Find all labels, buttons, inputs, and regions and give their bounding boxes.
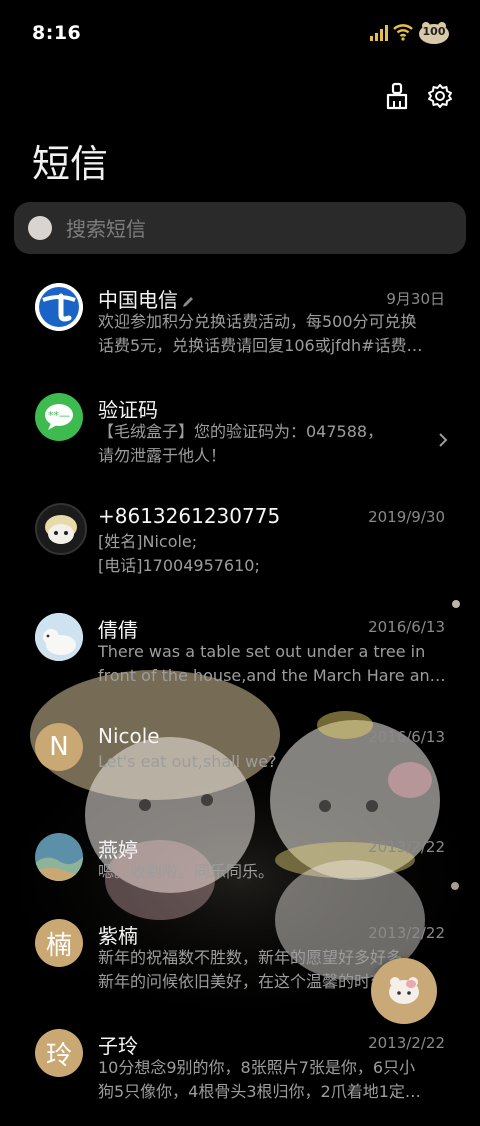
battery-level: 100	[422, 25, 446, 38]
clean-up-button[interactable]	[381, 80, 413, 112]
message-preview: Let's eat out,shall we?	[98, 752, 277, 771]
plush-toy-avatar	[35, 503, 87, 555]
message-date: 2013/2/22	[368, 838, 445, 856]
china-telecom-logo-icon	[35, 283, 83, 331]
message-preview: There was a table set out under a tree i…	[98, 642, 446, 685]
avatar-letter: N	[35, 723, 83, 771]
settings-button[interactable]	[424, 80, 456, 112]
sender-name: 子玲	[98, 1034, 138, 1058]
signal-icon	[370, 25, 388, 41]
search-bar[interactable]	[14, 202, 466, 256]
landscape-avatar	[35, 833, 83, 881]
page-title: 短信	[32, 142, 109, 186]
battery-icon: 100	[418, 21, 450, 45]
compose-button[interactable]	[371, 958, 437, 1024]
wifi-icon	[393, 24, 413, 41]
plush-compose-icon	[389, 977, 419, 1004]
conversation-item[interactable]: 玲 子玲 2013/2/22 10分想念9别的你，8张照片7张是你，6只小 狗5…	[0, 1016, 480, 1126]
plush-search-icon	[28, 216, 52, 240]
conversation-item[interactable]: 燕婷 2013/2/22 嗯。收到啦。同乐同乐。	[0, 820, 480, 906]
message-preview: 欢迎参加积分兑换话费活动，每500分可兑换 话费5元，兑换话费请回复106或jf…	[98, 312, 423, 355]
message-preview: 嗯。收到啦。同乐同乐。	[98, 862, 275, 881]
message-bubble-icon: **—	[35, 393, 83, 441]
pencil-icon	[183, 296, 193, 307]
message-preview: 【毛绒盒子】您的验证码为：047588， 请勿泄露于他人！	[98, 422, 384, 465]
conversation-item[interactable]: +8613261230775 2019/9/30 [姓名]Nicole; [电话…	[0, 490, 480, 600]
conversation-item[interactable]: 倩倩 2016/6/13 There was a table set out u…	[0, 600, 480, 710]
conversation-item[interactable]: **— 验证码 【毛绒盒子】您的验证码为：047588， 请勿泄露于他人！	[0, 380, 480, 490]
sender-name: Nicole	[98, 724, 160, 748]
message-date: 2016/6/13	[368, 618, 445, 636]
conversation-item[interactable]: N Nicole 2016/6/13 Let's eat out,shall w…	[0, 710, 480, 820]
message-date: 2013/2/22	[368, 1034, 445, 1052]
message-date: 9月30日	[386, 290, 445, 308]
broom-icon	[386, 82, 408, 110]
message-date: 2016/6/13	[368, 728, 445, 746]
message-date: 2019/9/30	[368, 508, 445, 526]
sender-name: 燕婷	[98, 838, 138, 862]
search-input[interactable]	[64, 202, 448, 256]
avatar-letter: 玲	[35, 1029, 83, 1077]
chevron-right-icon[interactable]	[438, 432, 448, 448]
sender-name: 紫楠	[98, 924, 138, 948]
avatar-letter: 楠	[35, 919, 83, 967]
status-bar: 8:16 100	[0, 0, 480, 66]
sender-name: 验证码	[98, 398, 158, 422]
sender-name: 中国电信	[98, 288, 178, 312]
message-preview: [姓名]Nicole; [电话]17004957610;	[98, 532, 260, 575]
svg-text:**—: **—	[48, 409, 70, 422]
status-time: 8:16	[32, 22, 82, 44]
gear-icon	[428, 84, 452, 108]
message-preview: 10分想念9别的你，8张照片7张是你，6只小 狗5只像你，4根骨头3根归你，2爪…	[98, 1058, 421, 1101]
polar-bear-avatar	[35, 613, 83, 661]
message-date: 2013/2/22	[368, 924, 445, 942]
conversation-item[interactable]: 中国电信 9月30日 欢迎参加积分兑换话费活动，每500分可兑换 话费5元，兑换…	[0, 270, 480, 380]
sender-name: +8613261230775	[98, 504, 281, 528]
sender-name: 倩倩	[98, 618, 138, 642]
